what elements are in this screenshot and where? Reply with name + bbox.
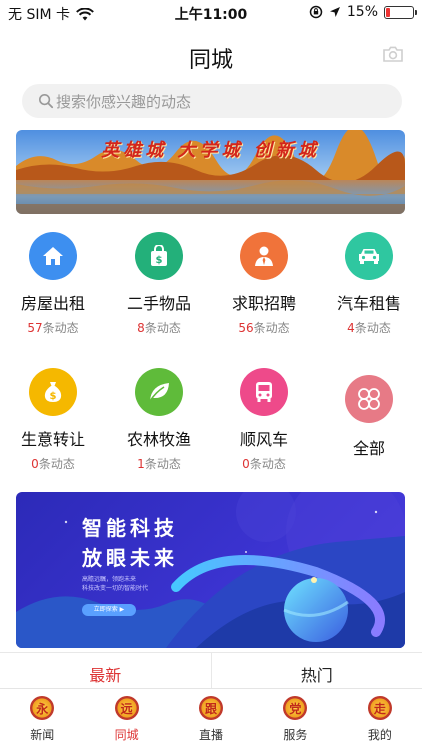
- category-carpool[interactable]: 顺风车 0条动态: [212, 368, 316, 472]
- tab-mine[interactable]: 走 我的: [338, 689, 422, 751]
- category-second-hand[interactable]: $ 二手物品 8条动态: [107, 232, 211, 336]
- category-label: 农林牧渔: [107, 426, 211, 450]
- category-business-transfer[interactable]: $ 生意转让 0条动态: [1, 368, 105, 472]
- battery-percent: 15%: [347, 4, 378, 20]
- search-input[interactable]: 搜索你感兴趣的动态: [56, 91, 191, 112]
- promo-title-line1: 智能科技: [82, 512, 178, 541]
- location-arrow-icon: [329, 6, 341, 18]
- tech-illustration: [16, 492, 405, 648]
- category-label: 顺风车: [212, 426, 316, 450]
- tab-news[interactable]: 永 新闻: [0, 689, 84, 751]
- seal-icon: 跟: [199, 696, 223, 720]
- category-count: 57条动态: [1, 319, 105, 336]
- category-label: 全部: [317, 435, 421, 459]
- seal-icon: 远: [115, 696, 139, 720]
- tab-label: 直播: [169, 726, 253, 743]
- tab-label: 服务: [253, 726, 337, 743]
- search-bar[interactable]: 搜索你感兴趣的动态: [22, 84, 402, 118]
- seal-icon: 党: [283, 696, 307, 720]
- promo-banner[interactable]: 智能科技 放眼未来 高瞻远瞩，领跑未来 科技改变一切的智能时代 立即探索 ▶: [16, 492, 405, 648]
- search-icon: [38, 93, 54, 109]
- battery-icon: [384, 6, 414, 19]
- svg-text:$: $: [156, 255, 163, 266]
- car-icon: [345, 232, 393, 280]
- category-label: 汽车租售: [317, 290, 421, 314]
- promo-subtitle: 科技改变一切的智能时代: [82, 583, 148, 592]
- tab-label: 同城: [84, 726, 168, 743]
- category-agriculture[interactable]: 农林牧渔 1条动态: [107, 368, 211, 472]
- status-bar: 无 SIM 卡 上午11:00 15%: [0, 0, 422, 24]
- camera-icon[interactable]: [382, 45, 404, 63]
- tab-live[interactable]: 跟 直播: [169, 689, 253, 751]
- promo-title-line2: 放眼未来: [82, 542, 178, 571]
- tab-city[interactable]: 远 同城: [84, 689, 168, 751]
- tab-service[interactable]: 党 服务: [253, 689, 337, 751]
- house-icon: [29, 232, 77, 280]
- banner-slogan: 英雄城 大学城 创新城: [16, 136, 405, 162]
- person-tie-icon: [240, 232, 288, 280]
- category-label: 二手物品: [107, 290, 211, 314]
- shopping-bag-icon: $: [135, 232, 183, 280]
- category-count: 4条动态: [317, 319, 421, 336]
- money-bag-icon: $: [29, 368, 77, 416]
- category-cars[interactable]: 汽车租售 4条动态: [317, 232, 421, 336]
- svg-text:$: $: [50, 391, 57, 402]
- rotation-lock-icon: [309, 5, 323, 19]
- bottom-tab-bar: 永 新闻 远 同城 跟 直播 党 服务 走 我的: [0, 688, 422, 751]
- category-all[interactable]: 全部: [317, 375, 421, 459]
- tab-label: 新闻: [0, 726, 84, 743]
- city-banner[interactable]: 英雄城 大学城 创新城: [16, 130, 405, 214]
- bus-icon: [240, 368, 288, 416]
- seal-icon: 走: [368, 696, 392, 720]
- category-count: 0条动态: [1, 455, 105, 472]
- category-label: 求职招聘: [212, 290, 316, 314]
- tab-label: 我的: [338, 726, 422, 743]
- promo-explore-button[interactable]: 立即探索 ▶: [82, 604, 136, 616]
- category-count: 0条动态: [212, 455, 316, 472]
- category-count: 1条动态: [107, 455, 211, 472]
- page-title: 同城: [0, 42, 422, 74]
- category-count: 56条动态: [212, 319, 316, 336]
- category-label: 生意转让: [1, 426, 105, 450]
- category-count: 8条动态: [107, 319, 211, 336]
- category-house-rent[interactable]: 房屋出租 57条动态: [1, 232, 105, 336]
- seal-icon: 永: [30, 696, 54, 720]
- category-jobs[interactable]: 求职招聘 56条动态: [212, 232, 316, 336]
- leaf-icon: [135, 368, 183, 416]
- category-label: 房屋出租: [1, 290, 105, 314]
- grid-icon: [345, 375, 393, 423]
- promo-subtitle: 高瞻远瞩，领跑未来: [82, 574, 136, 583]
